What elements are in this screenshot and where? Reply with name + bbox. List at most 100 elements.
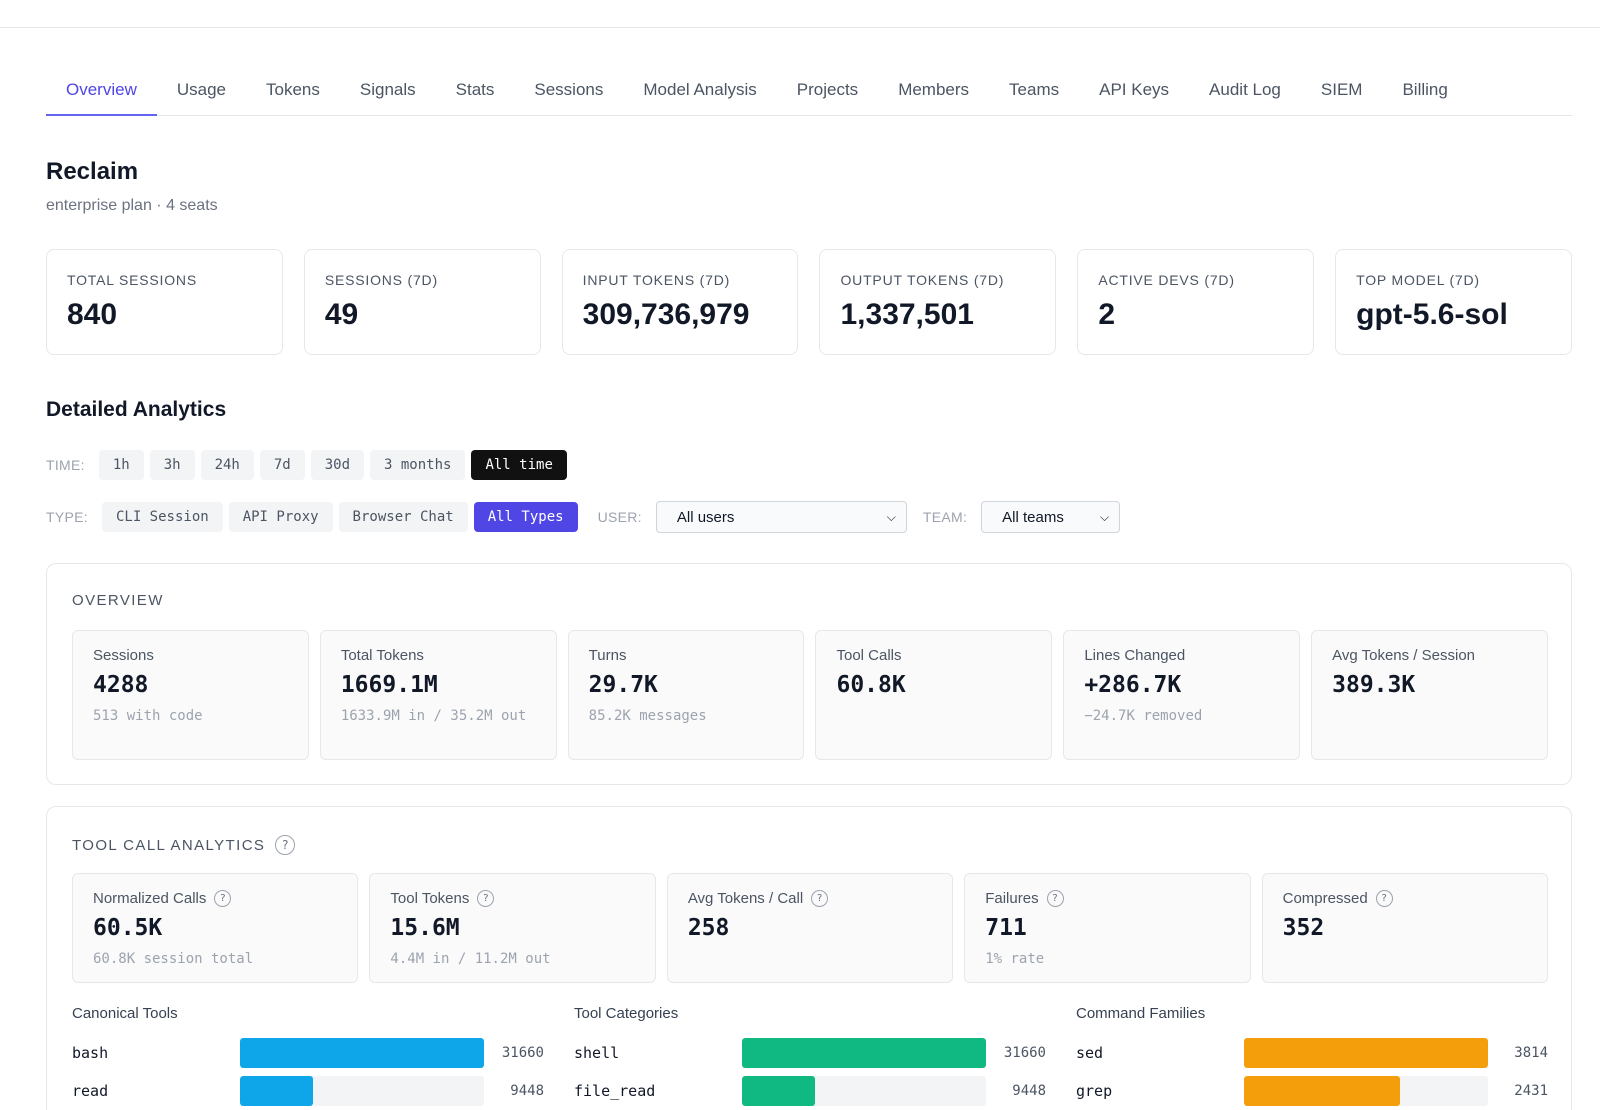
breakdown-title: Tool Categories xyxy=(574,1005,679,1022)
tab-teams[interactable]: Teams xyxy=(989,70,1079,116)
time-filter-label: TIME: xyxy=(46,457,85,473)
help-icon[interactable]: ? xyxy=(811,890,829,907)
bar-row: sed 3814 xyxy=(1076,1034,1548,1072)
stat-value: 711 xyxy=(985,915,1027,941)
tab-billing[interactable]: Billing xyxy=(1382,70,1467,116)
time-option-1h[interactable]: 1h xyxy=(98,450,144,480)
bar-track xyxy=(1244,1076,1488,1106)
stat-card-avg-tokens-session: Avg Tokens / Session 389.3K xyxy=(1311,630,1548,760)
help-icon[interactable]: ? xyxy=(1375,890,1393,907)
tab-usage[interactable]: Usage xyxy=(157,70,246,116)
type-filter-label: TYPE: xyxy=(46,509,88,525)
stat-sub: 513 with code xyxy=(93,708,203,724)
bar-label: sed xyxy=(1076,1044,1104,1062)
type-option-all-types[interactable]: All Types xyxy=(473,502,578,532)
tab-signals[interactable]: Signals xyxy=(340,70,436,116)
bar-label: grep xyxy=(1076,1082,1113,1100)
stat-label-text: Tool Tokens xyxy=(390,890,470,907)
tab-audit-log[interactable]: Audit Log xyxy=(1189,70,1301,116)
stat-card-total-tokens: Total Tokens 1669.1M 1633.9M in / 35.2M … xyxy=(319,630,557,760)
time-option-30d[interactable]: 30d xyxy=(310,450,365,480)
team-select-value: All teams xyxy=(1002,508,1064,526)
stat-label: Tool Tokens? xyxy=(390,890,634,907)
tab-stats[interactable]: Stats xyxy=(436,70,515,116)
tool-call-analytics-panel: TOOL CALL ANALYTICS ? Normalized Calls? … xyxy=(46,806,1572,1110)
stat-value: 60.8K xyxy=(836,672,906,698)
type-filter: TYPE: CLI Session API Proxy Browser Chat… xyxy=(46,501,1121,533)
stat-card-compressed: Compressed? 352 xyxy=(1261,873,1549,983)
bar-fill xyxy=(742,1076,815,1106)
bar-row: file_read 9448 xyxy=(574,1072,1046,1110)
tool-call-stats: Normalized Calls? 60.5K 60.8K session to… xyxy=(72,873,1549,983)
tab-sessions[interactable]: Sessions xyxy=(514,70,623,116)
bar-value: 3814 xyxy=(1514,1045,1548,1061)
time-option-7d[interactable]: 7d xyxy=(259,450,305,480)
stat-value: 258 xyxy=(687,915,730,941)
help-icon[interactable]: ? xyxy=(275,835,296,855)
tab-tokens[interactable]: Tokens xyxy=(246,70,340,116)
stat-value: 60.5K xyxy=(93,915,163,941)
help-icon[interactable]: ? xyxy=(214,890,232,907)
bar-label: bash xyxy=(72,1044,109,1062)
bar-row: grep 2431 xyxy=(1076,1072,1548,1110)
tab-siem[interactable]: SIEM xyxy=(1301,70,1383,116)
plan-subtitle: enterprise plan · 4 seats xyxy=(46,197,218,214)
stat-label: Lines Changed xyxy=(1084,647,1186,664)
user-select[interactable]: All users ⌵ xyxy=(655,501,907,533)
time-option-3h[interactable]: 3h xyxy=(149,450,195,480)
stat-value: 4288 xyxy=(93,672,149,698)
overview-panel-title: OVERVIEW xyxy=(72,592,164,609)
tab-overview[interactable]: Overview xyxy=(46,70,157,116)
stat-label: Avg Tokens / Session xyxy=(1332,647,1476,664)
time-option-24h[interactable]: 24h xyxy=(200,450,254,480)
stat-label: Compressed? xyxy=(1283,890,1527,907)
bar-track xyxy=(742,1038,986,1068)
bar-fill xyxy=(1244,1076,1400,1106)
breakdown-title: Canonical Tools xyxy=(72,1005,178,1022)
stat-sub: 4.4M in / 11.2M out xyxy=(390,951,551,967)
stat-card-failures: Failures? 711 1% rate xyxy=(964,873,1251,983)
kpi-label: Output Tokens (7d) xyxy=(840,272,1005,288)
kpi-value: gpt-5.6-sol xyxy=(1356,298,1508,331)
bar-fill xyxy=(240,1038,484,1068)
kpi-card-active-devs-7d: Active Devs (7d) 2 xyxy=(1077,249,1315,355)
time-option-all-time[interactable]: All time xyxy=(471,450,567,480)
help-icon[interactable]: ? xyxy=(477,890,495,907)
stat-label: Turns xyxy=(588,647,627,664)
time-option-3-months[interactable]: 3 months xyxy=(370,450,466,480)
help-icon[interactable]: ? xyxy=(1046,890,1064,907)
stat-label-text: Avg Tokens / Call xyxy=(687,890,804,907)
kpi-label: Sessions (7d) xyxy=(324,272,438,288)
stat-label-text: Compressed xyxy=(1282,890,1368,907)
top-bar xyxy=(0,0,1600,28)
tool-breakdowns: Canonical Tools bash 31660 read 9448 Too… xyxy=(72,1005,1548,1110)
bar-label: shell xyxy=(574,1044,620,1062)
tab-api-keys[interactable]: API Keys xyxy=(1079,70,1189,116)
bar-value: 9448 xyxy=(510,1083,544,1099)
user-select-value: All users xyxy=(676,508,735,526)
tab-model-analysis[interactable]: Model Analysis xyxy=(623,70,776,116)
bar-label: read xyxy=(72,1082,109,1100)
bar-track xyxy=(240,1076,484,1106)
bar-track xyxy=(240,1038,484,1068)
stat-sub: 1% rate xyxy=(985,951,1045,967)
type-option-cli-session[interactable]: CLI Session xyxy=(101,502,223,532)
tab-projects[interactable]: Projects xyxy=(777,70,878,116)
bar-track xyxy=(1244,1038,1488,1068)
type-option-browser-chat[interactable]: Browser Chat xyxy=(338,502,468,532)
tab-members[interactable]: Members xyxy=(878,70,989,116)
type-option-api-proxy[interactable]: API Proxy xyxy=(228,502,333,532)
time-filter: TIME: 1h 3h 24h 7d 30d 3 months All time xyxy=(46,450,573,480)
stat-label-text: Normalized Calls xyxy=(93,890,207,907)
stat-card-normalized-calls: Normalized Calls? 60.5K 60.8K session to… xyxy=(72,873,359,983)
team-filter-label: TEAM: xyxy=(922,509,968,525)
stat-label: Failures? xyxy=(985,890,1229,907)
stat-value: 352 xyxy=(1282,915,1325,941)
bar-fill xyxy=(240,1076,313,1106)
chevron-down-icon: ⌵ xyxy=(886,509,896,524)
kpi-label: Active Devs (7d) xyxy=(1098,272,1235,288)
team-select[interactable]: All teams ⌵ xyxy=(981,501,1121,533)
kpi-label: Total Sessions xyxy=(67,272,197,288)
stat-label-text: Failures xyxy=(985,890,1039,907)
command-families-breakdown: Command Families sed 3814 grep 2431 xyxy=(1076,1005,1548,1110)
